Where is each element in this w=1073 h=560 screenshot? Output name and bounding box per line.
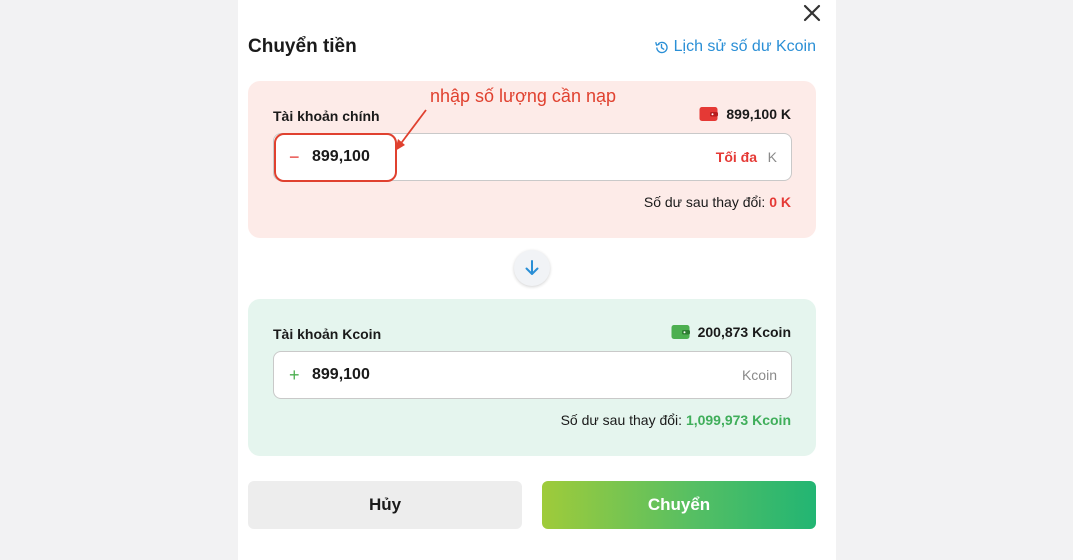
main-account-label: Tài khoản chính	[273, 108, 380, 124]
kcoin-after-value: 1,099,973 Kcoin	[685, 412, 791, 428]
history-link-label: Lịch sử số dư Kcoin	[673, 38, 816, 55]
main-balance-after: Số dư sau thay đổi: 0 K	[644, 194, 791, 210]
kcoin-after-label: Số dư sau thay đổi:	[560, 412, 683, 428]
annotation-text: nhập số lượng cần nạp	[430, 86, 616, 106]
kcoin-account-card: Tài khoản Kcoin 200,873 Kcoin + 899,100 …	[248, 299, 816, 456]
annotation-arrow-icon	[395, 109, 427, 151]
kcoin-unit-label: Kcoin	[741, 367, 777, 383]
kcoin-amount-value[interactable]: 899,100	[312, 366, 370, 384]
close-button[interactable]	[800, 1, 824, 25]
wallet-icon	[699, 107, 719, 121]
kcoin-amount-field[interactable]: + 899,100 Kcoin	[273, 351, 792, 399]
main-account-balance: 899,100 K	[699, 106, 791, 122]
main-after-value: 0 K	[769, 194, 791, 210]
kcoin-balance-after: Số dư sau thay đổi: 1,099,973 Kcoin	[561, 412, 791, 428]
close-icon	[803, 4, 821, 22]
main-unit-label: K	[767, 149, 777, 165]
kcoin-account-label: Tài khoản Kcoin	[273, 326, 382, 342]
kcoin-account-balance: 200,873 Kcoin	[671, 324, 791, 340]
kcoin-balance-value: 200,873 Kcoin	[697, 324, 791, 340]
transfer-button[interactable]: Chuyển	[542, 481, 816, 529]
main-balance-value: 899,100 K	[726, 106, 791, 122]
arrow-down-icon	[525, 260, 539, 275]
max-button[interactable]: Tối đa	[716, 149, 757, 165]
transfer-modal: Chuyển tiền Lịch sử số dư Kcoin Tài khoả…	[238, 0, 836, 560]
amount-highlight-box	[274, 133, 397, 182]
wallet-icon	[671, 325, 690, 339]
history-icon	[654, 41, 668, 53]
swap-direction-button[interactable]	[514, 250, 550, 286]
plus-icon: +	[289, 365, 300, 385]
cancel-button[interactable]: Hủy	[248, 481, 522, 529]
main-after-label: Số dư sau thay đổi:	[643, 194, 766, 210]
modal-title: Chuyển tiền	[248, 36, 357, 57]
screen-frame: Chuyển tiền Lịch sử số dư Kcoin Tài khoả…	[0, 0, 1073, 560]
kcoin-history-link[interactable]: Lịch sử số dư Kcoin	[653, 38, 816, 56]
